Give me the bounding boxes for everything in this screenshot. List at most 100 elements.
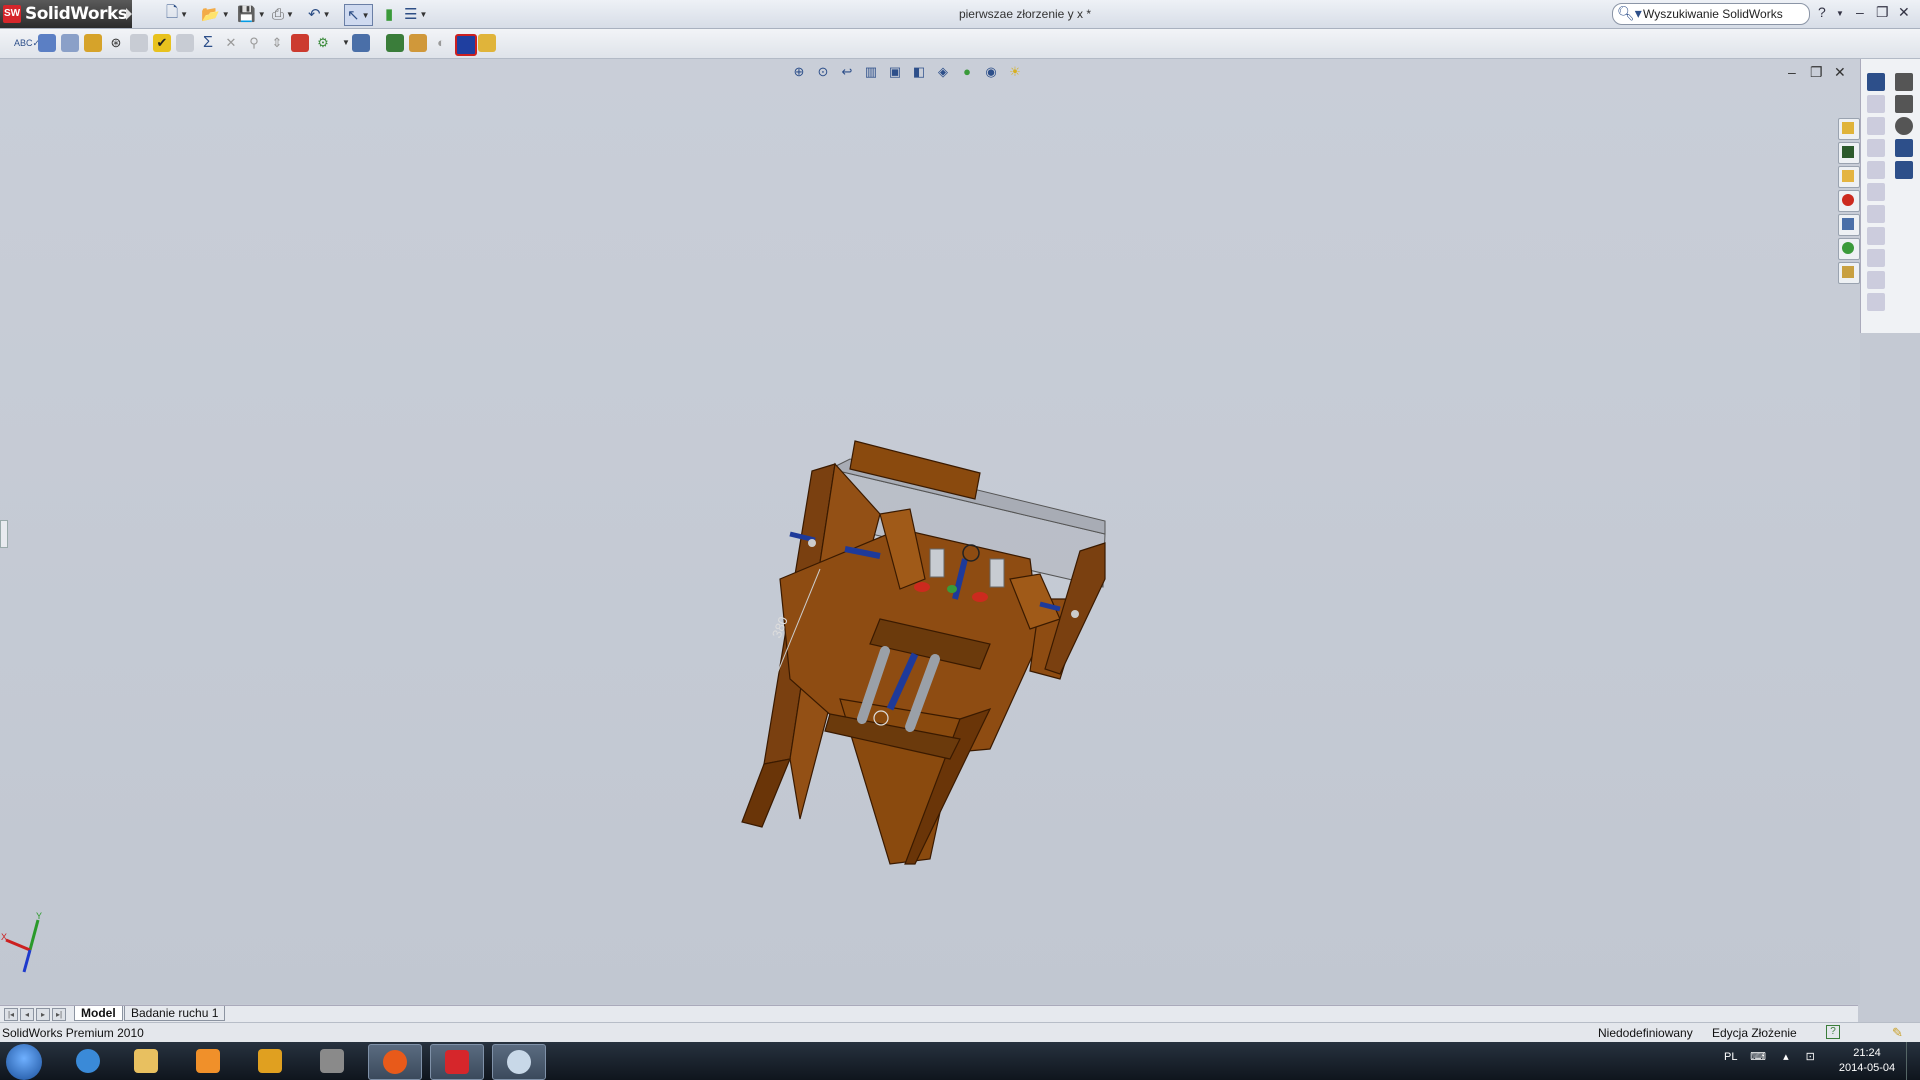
curvature-icon[interactable] [478,34,496,52]
statistics-icon[interactable] [130,34,148,52]
mirror-icon[interactable] [1867,293,1885,311]
draft-analysis-icon[interactable]: ◐ [432,34,450,52]
thickness-analysis-icon[interactable] [409,34,427,52]
undo-button[interactable]: ↶ ▼ [308,4,331,24]
section-properties-icon[interactable] [84,34,102,52]
mass-properties-icon[interactable] [61,34,79,52]
line-icon[interactable] [1867,95,1885,113]
save-button[interactable]: 💾 ▼ [237,4,266,24]
network-icon[interactable]: ⊡ [1806,1051,1815,1063]
show-desktop-button[interactable] [1906,1042,1920,1080]
geometry-analysis-icon[interactable]: ⚙ [314,34,332,52]
sketch-icon[interactable] [1867,73,1885,91]
graphics-area[interactable]: 380 [0,59,1860,1004]
document-minimize-button[interactable]: – [1788,64,1796,80]
keyboard-icon[interactable]: ⌨ [1750,1051,1766,1063]
edit-appearance-icon[interactable]: ● [958,64,976,80]
chevron-down-icon[interactable]: ▼ [180,10,188,19]
close-button[interactable]: ✕ [1898,4,1910,21]
taskbar-app-gray[interactable] [306,1044,358,1078]
tab-prev-icon[interactable]: ◂ [20,1008,34,1021]
taskbar-media-player[interactable] [182,1044,234,1078]
assembly-model-view[interactable]: 380 [0,59,1860,1004]
zoom-to-fit-icon[interactable]: ⊕ [790,64,808,80]
chevron-down-icon[interactable]: ▼ [362,11,370,20]
tab-model[interactable]: Model [74,1006,123,1021]
system-clock[interactable]: 21:24 2014-05-04 [1832,1046,1902,1076]
tab-next-icon[interactable]: ▸ [36,1008,50,1021]
sensor-icon[interactable]: ⊛ [107,34,125,52]
new-document-button[interactable]: 🗋 ▼ [166,4,188,24]
taskbar-mathcad[interactable] [244,1044,296,1078]
spell-check-icon[interactable]: ABC✓ [14,34,40,52]
search-input[interactable]: 🔍︎▾ Wyszukiwanie SolidWorks [1612,3,1810,25]
tray-expand-icon[interactable]: ▴ [1783,1051,1789,1063]
rebuild-button[interactable]: ▮ [385,4,393,24]
tab-motion-study[interactable]: Badanie ruchu 1 [124,1006,226,1021]
custom-properties-tab-icon[interactable] [1838,262,1860,284]
help-dropdown-icon[interactable]: ▼ [1836,9,1844,18]
deviation-analysis-icon[interactable] [386,34,404,52]
zebra-stripes-icon[interactable] [455,34,477,56]
zoom-to-area-icon[interactable]: ⊙ [814,64,832,80]
view-settings-icon[interactable]: ☀ [1006,64,1024,80]
chevron-down-icon[interactable]: ▼ [258,10,266,19]
tab-last-icon[interactable]: ▸| [52,1008,66,1021]
print-button[interactable]: ⎙ ▼ [272,4,294,24]
chevron-down-icon[interactable]: ▼ [222,10,230,19]
appearances-tab-icon[interactable] [1838,238,1860,260]
spline-icon[interactable] [1867,183,1885,201]
chevron-down-icon[interactable]: ▼ [286,10,294,19]
solidworks-menu-button[interactable]: SW SolidWorks [0,0,132,28]
view-palette-tab-icon[interactable] [1838,214,1860,236]
pencil-icon[interactable]: ✎ [1892,1025,1903,1041]
taskbar-explorer[interactable] [120,1044,172,1078]
equations-icon[interactable]: Σ [199,34,217,52]
search-tab-icon[interactable] [1838,190,1860,212]
trim-icon[interactable] [1867,205,1885,223]
chevron-down-icon[interactable]: ▼ [323,10,331,19]
feature-manager-collapse-handle[interactable] [0,520,8,548]
check-icon[interactable]: ✔ [153,34,171,52]
rectangle-icon[interactable] [1867,117,1885,135]
hide-show-items-icon[interactable]: ◈ [934,64,952,80]
component-icon[interactable] [1895,139,1913,157]
select-button[interactable]: ↖ ▼ [344,4,373,26]
taskbar-paint[interactable] [492,1044,546,1080]
taskbar-firefox[interactable] [368,1044,422,1080]
document-close-button[interactable]: ✕ [1834,64,1846,81]
clearance-icon[interactable]: ⚲ [245,34,263,52]
arc-icon[interactable] [1867,161,1885,179]
document-restore-button[interactable]: ❐ [1810,64,1823,81]
measure-icon[interactable] [38,34,56,52]
design-library-tab-icon[interactable] [1838,142,1860,164]
file-explorer-tab-icon[interactable] [1838,166,1860,188]
help-button[interactable]: ? [1818,4,1826,20]
import-diagnostics-icon[interactable] [352,34,370,52]
check-disabled-icon[interactable] [176,34,194,52]
layout-icon[interactable] [1895,161,1913,179]
section-view-icon[interactable]: ▥ [862,64,880,80]
menu-expand-arrow-icon[interactable] [126,8,132,20]
home-tab-icon[interactable] [1838,118,1860,140]
previous-view-icon[interactable]: ↩ [838,64,856,80]
taskbar-solidworks[interactable] [430,1044,484,1080]
dimension-icon[interactable] [1867,249,1885,267]
start-button[interactable] [6,1044,42,1080]
chevron-down-icon[interactable]: ▼ [419,10,427,19]
relation-icon[interactable] [1867,271,1885,289]
language-indicator[interactable]: PL [1724,1051,1737,1063]
search-icon[interactable]: 🔍︎▾ [1617,5,1642,22]
view-orientation-icon[interactable]: ▣ [886,64,904,80]
mate-icon[interactable] [1895,117,1913,135]
apply-scene-icon[interactable]: ◉ [982,64,1000,80]
compare-icon[interactable] [291,34,309,52]
tab-first-icon[interactable]: |◂ [4,1008,18,1021]
hole-alignment-icon[interactable]: ⇕ [268,34,286,52]
interference-icon[interactable]: ✕ [222,34,240,52]
offset-icon[interactable] [1867,227,1885,245]
minimize-button[interactable]: – [1856,4,1864,20]
features-icon[interactable] [1895,73,1913,91]
options-button[interactable]: ☰ ▼ [404,4,427,24]
display-style-icon[interactable]: ◧ [910,64,928,80]
